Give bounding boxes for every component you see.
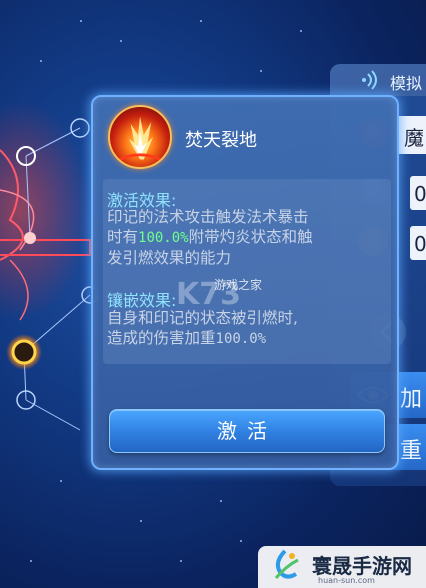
activation-value: 100.0% xyxy=(138,230,189,246)
skill-name: 焚天裂地 xyxy=(185,130,257,151)
side-row-2[interactable]: 0 xyxy=(410,176,426,210)
side-row-1[interactable]: 魔 xyxy=(396,116,426,154)
side-row-3[interactable]: 0 xyxy=(410,226,426,260)
brand-name: 寰晟手游网 xyxy=(312,554,412,578)
side-panel-title: 模拟 xyxy=(390,74,423,93)
flame-burst-icon xyxy=(108,105,172,169)
side-reset-label: 重 xyxy=(400,439,423,464)
signal-waves-icon xyxy=(362,70,377,90)
activate-button[interactable]: 激活 xyxy=(109,409,385,453)
inlay-effect-text: 自身和印记的状态被引燃时, 造成的伤害加重100.0% xyxy=(107,309,298,347)
brand-url: huan-sun.com xyxy=(318,576,375,585)
inlay-value: 100.0% xyxy=(215,331,267,347)
activation-effect-text: 印记的法术攻击触发法术暴击 时有100.0%附带灼炎状态和触 发引燃效果的能力 xyxy=(107,208,313,267)
k73-watermark-text: 游戏之家 xyxy=(214,278,263,292)
side-add-label: 加 xyxy=(400,387,423,412)
brand-logo-icon xyxy=(274,549,299,579)
